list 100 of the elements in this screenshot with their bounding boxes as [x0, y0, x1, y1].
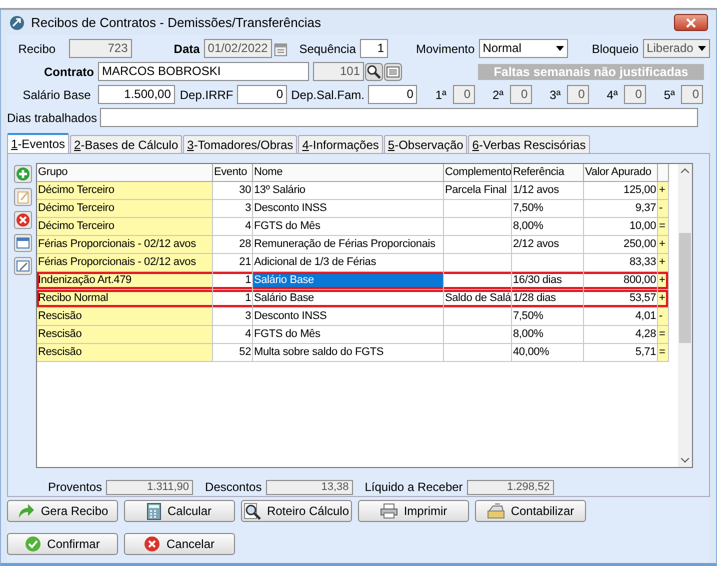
table-cell: 4 — [213, 326, 253, 344]
total-label: Líquido a Receber — [364, 480, 463, 494]
table-cell: 40,00% — [512, 344, 584, 362]
table-cell: Salário Base — [253, 272, 444, 290]
table-cell: 1/28 dias — [512, 290, 584, 308]
total-label: Descontos — [205, 480, 262, 494]
receipt-number-field: 723 — [68, 39, 132, 58]
table-cell: Salário Base — [253, 290, 444, 308]
section-header: Faltas semanais não justificadas — [478, 64, 704, 80]
column-header[interactable]: Referência — [512, 164, 584, 182]
absence-field[interactable]: 0 — [681, 85, 703, 104]
week-label: 3ª — [550, 88, 561, 102]
table-cell: Desconto INSS — [253, 200, 444, 218]
field-label: Movimento — [416, 42, 475, 56]
table-cell: + — [658, 254, 669, 272]
table-cell: Décimo Terceiro — [37, 182, 213, 200]
table-cell: 53,57 — [584, 290, 658, 308]
table-cell: Remuneração de Férias Proporcionais — [253, 236, 444, 254]
contract-number-field: 101 — [313, 62, 364, 81]
action-button[interactable]: Contabilizar — [475, 500, 586, 522]
table-cell: + — [658, 236, 669, 254]
tab[interactable]: 1-Eventos — [7, 133, 70, 153]
absence-field[interactable]: 0 — [452, 85, 474, 104]
table-cell: FGTS do Mês — [253, 326, 444, 344]
table-cell: + — [658, 182, 669, 200]
table-cell: 30 — [213, 182, 253, 200]
table-cell: Décimo Terceiro — [37, 218, 213, 236]
field-label: Data — [174, 42, 200, 56]
tab[interactable]: 6-Verbas Rescisórias — [468, 135, 590, 153]
week-label: 5ª — [664, 88, 675, 102]
field-label: Dep.IRRF — [180, 88, 234, 102]
week-label: 1ª — [435, 88, 446, 102]
absence-field[interactable]: 0 — [624, 85, 646, 104]
column-header[interactable]: Nome — [253, 164, 444, 182]
field-label: Bloqueio — [592, 42, 639, 56]
sequence-field[interactable]: 1 — [360, 39, 388, 58]
table-cell: Desconto INSS — [253, 308, 444, 326]
table-cell: 28 — [213, 236, 253, 254]
field-label: Contrato — [44, 64, 94, 78]
tab[interactable]: 5-Observação — [384, 135, 468, 153]
table-cell: = — [658, 218, 669, 236]
tab[interactable]: 3-Tomadores/Obras — [183, 135, 298, 153]
column-header[interactable]: Grupo — [37, 164, 213, 182]
table-cell: Férias Proporcionais - 02/12 avos — [37, 236, 213, 254]
table-cell: 8,00% — [512, 326, 584, 344]
movement-dropdown[interactable]: Normal — [478, 39, 568, 58]
action-button[interactable]: Calcular — [124, 500, 235, 522]
action-button[interactable]: Gera Recibo — [7, 500, 118, 522]
absence-field[interactable]: 0 — [510, 85, 532, 104]
absence-field[interactable]: 0 — [566, 85, 589, 104]
dialog-button[interactable]: Cancelar — [124, 533, 235, 555]
table-cell: = — [658, 344, 669, 362]
contract-field[interactable]: MARCOS BOBROSKI — [98, 62, 309, 81]
total-field: 13,38 — [266, 480, 353, 494]
action-button[interactable]: Imprimir — [358, 500, 469, 522]
dialog-button[interactable]: Confirmar — [7, 533, 118, 555]
family-dependents-field[interactable]: 0 — [368, 85, 418, 104]
table-cell: 52 — [213, 344, 253, 362]
table-cell: 4 — [213, 218, 253, 236]
table-cell: 1 — [213, 290, 253, 308]
table-cell: 1/12 avos — [512, 182, 584, 200]
table-cell: Rescisão — [37, 326, 213, 344]
base-salary-field[interactable]: 1.500,00 — [98, 85, 175, 104]
table-cell: 7,50% — [512, 308, 584, 326]
field-label: Salário Base — [22, 88, 91, 102]
table-cell: 13º Salário — [253, 182, 444, 200]
table-cell: - — [658, 308, 669, 326]
table-cell: 2/12 avos — [512, 236, 584, 254]
table-cell: 1 — [213, 272, 253, 290]
table-cell: + — [658, 272, 669, 290]
table-cell: Rescisão — [37, 344, 213, 362]
week-label: 4ª — [606, 88, 618, 102]
table-cell: + — [658, 290, 669, 308]
table-cell: 21 — [213, 254, 253, 272]
field-label: Sequência — [299, 42, 356, 56]
column-header[interactable]: Evento — [213, 164, 253, 182]
total-label: Proventos — [48, 480, 102, 494]
table-cell: Saldo de Salá — [444, 290, 512, 308]
table-cell: 800,00 — [584, 272, 658, 290]
action-button[interactable]: Roteiro Cálculo — [241, 500, 352, 522]
column-header[interactable]: Complemento — [444, 164, 512, 182]
table-cell: Parcela Final — [444, 182, 512, 200]
table-cell: 7,50% — [512, 200, 584, 218]
lock-status-dropdown[interactable]: Liberado — [642, 39, 710, 58]
irrf-dependents-field[interactable]: 0 — [237, 85, 288, 104]
table-cell: Décimo Terceiro — [37, 200, 213, 218]
tab[interactable]: 4-Informações — [298, 135, 383, 153]
tab[interactable]: 2-Bases de Cálculo — [70, 135, 182, 153]
field-label: Dep.Sal.Fam. — [291, 88, 364, 102]
table-cell: Multa sobre saldo do FGTS — [253, 344, 444, 362]
date-field[interactable]: 01/02/2022 — [204, 39, 272, 58]
table-cell: 16/30 dias — [512, 272, 584, 290]
window-title: Recibos de Contratos - Demissões/Transferências — [31, 15, 322, 30]
table-cell: = — [658, 326, 669, 344]
total-field: 1.311,90 — [106, 480, 194, 494]
table-cell: 3 — [213, 308, 253, 326]
field-label: Recibo — [17, 42, 56, 56]
table-cell: 3 — [213, 200, 253, 218]
column-header[interactable]: Valor Apurado — [584, 164, 658, 182]
table-cell: Indenização Art.479 — [37, 272, 213, 290]
